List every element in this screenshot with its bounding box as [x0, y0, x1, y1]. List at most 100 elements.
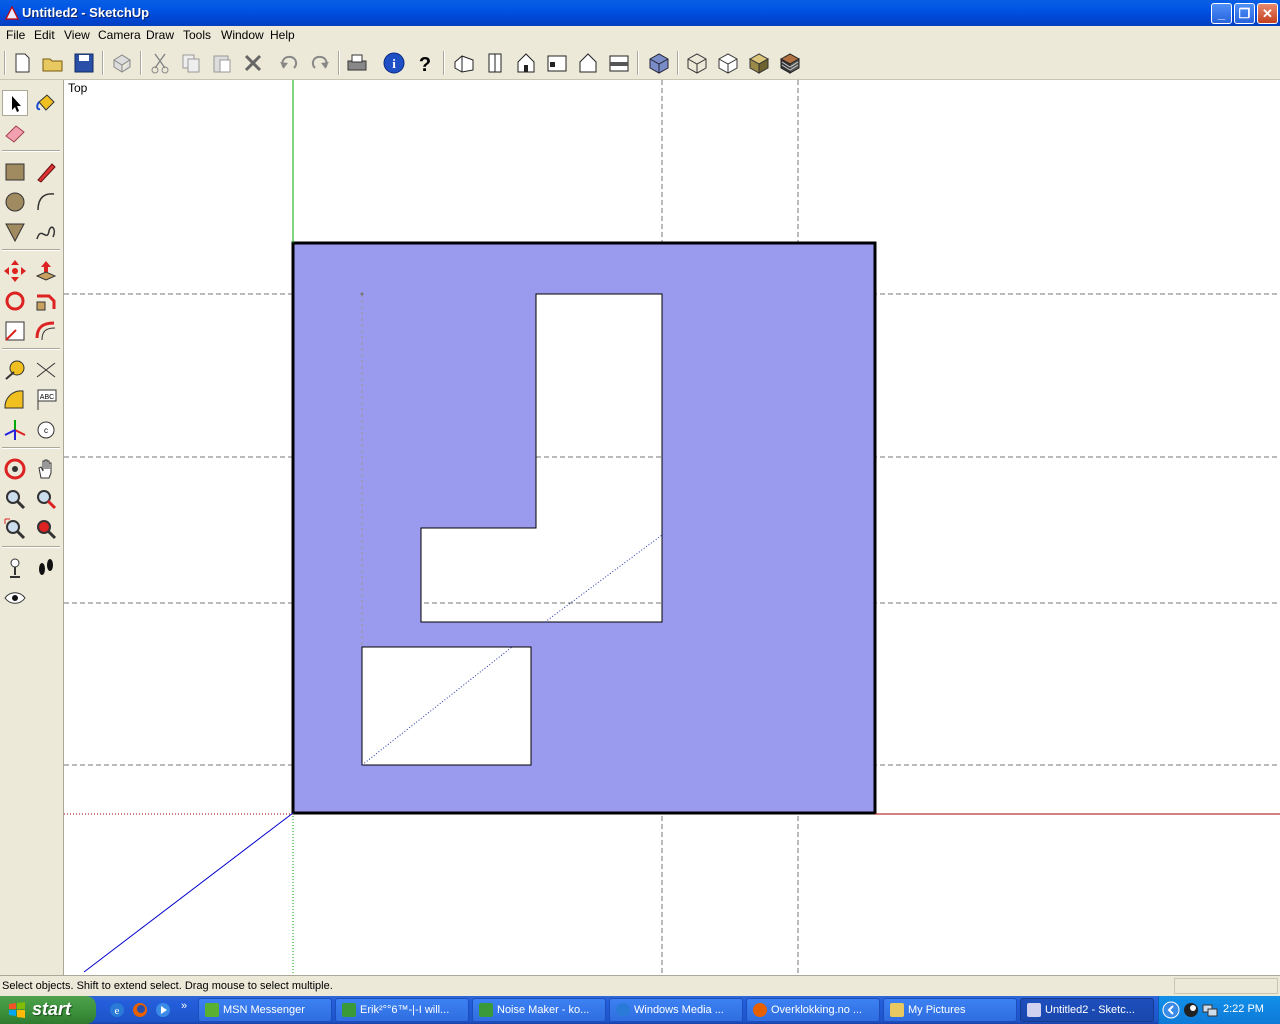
paint-bucket-tool[interactable]	[33, 90, 59, 116]
arc-tool[interactable]	[33, 189, 59, 215]
save-button[interactable]	[71, 50, 97, 76]
ie-icon[interactable]: e	[108, 1001, 126, 1019]
orbit-tool[interactable]	[2, 456, 28, 482]
iso-view-button[interactable]	[451, 50, 477, 76]
model-info-button[interactable]: i	[381, 50, 407, 76]
make-component-button[interactable]	[109, 50, 135, 76]
rotate-tool[interactable]	[2, 288, 28, 314]
freehand-tool[interactable]	[33, 219, 59, 245]
clock[interactable]: 2:22 PM	[1223, 1003, 1264, 1015]
protractor-tool[interactable]	[2, 387, 28, 413]
start-button[interactable]: start	[0, 996, 96, 1024]
walk-tool[interactable]	[33, 555, 59, 581]
tray-expand-chevron-icon[interactable]	[1162, 1001, 1180, 1019]
move-tool[interactable]	[2, 258, 28, 284]
offset-tool[interactable]	[33, 318, 59, 344]
axes-tool[interactable]	[2, 417, 28, 443]
question-mark-icon: ?	[419, 54, 431, 76]
windows-flag-icon	[9, 1002, 25, 1018]
hidden-line-style-button[interactable]	[715, 50, 741, 76]
right-view-button[interactable]	[544, 50, 570, 76]
3d-text-tool[interactable]: c	[33, 417, 59, 443]
drawing-viewport[interactable]: Top	[64, 80, 1280, 975]
new-file-button[interactable]	[9, 50, 35, 76]
follow-me-icon	[36, 294, 56, 311]
zoom-extents-tool[interactable]	[2, 516, 28, 542]
previous-view-tool[interactable]	[33, 516, 59, 542]
shaded-style-button[interactable]	[746, 50, 772, 76]
back-view-button[interactable]	[575, 50, 601, 76]
left-view-button[interactable]	[606, 50, 632, 76]
menu-file[interactable]: File	[6, 28, 25, 42]
cut-button[interactable]	[147, 50, 173, 76]
zoom-tool[interactable]	[2, 486, 28, 512]
position-camera-tool[interactable]	[2, 555, 28, 581]
scale-icon	[5, 321, 25, 341]
title-bar[interactable]: Untitled2 - SketchUp _ ❐ ✕	[0, 0, 1280, 26]
circle-tool[interactable]	[2, 189, 28, 215]
paste-button[interactable]	[209, 50, 235, 76]
front-view-button[interactable]	[513, 50, 539, 76]
menu-draw[interactable]: Draw	[146, 28, 174, 42]
zoom-window-icon	[37, 490, 57, 510]
rectangle-tool[interactable]	[2, 159, 28, 185]
arrow-cursor-icon	[12, 96, 21, 112]
menu-tools[interactable]: Tools	[183, 28, 211, 42]
scale-tool[interactable]	[2, 318, 28, 344]
look-around-tool[interactable]	[2, 585, 28, 611]
close-button[interactable]: ✕	[1257, 3, 1278, 24]
menu-edit[interactable]: Edit	[34, 28, 55, 42]
quicklaunch-more-chevron-icon[interactable]: »	[181, 1000, 187, 1012]
menu-help[interactable]: Help	[270, 28, 295, 42]
line-tool[interactable]	[33, 159, 59, 185]
push-pull-tool[interactable]	[33, 258, 59, 284]
section-plane-icon: c	[37, 421, 55, 439]
taskbar-button-label: Untitled2 - Sketc...	[1045, 1004, 1135, 1016]
zoom-window-tool[interactable]	[33, 486, 59, 512]
xray-style-button[interactable]	[646, 50, 672, 76]
select-tool[interactable]	[2, 90, 28, 116]
value-control-box[interactable]	[1174, 978, 1278, 994]
taskbar-button-chat-noise-maker[interactable]: Noise Maker - ko...	[472, 998, 606, 1022]
floor-plan-face[interactable]	[292, 242, 876, 814]
undo-button[interactable]	[276, 50, 302, 76]
taskbar-button-sketchup[interactable]: Untitled2 - Sketc...	[1020, 998, 1154, 1022]
toolbar-grip[interactable]	[4, 51, 6, 75]
menu-view[interactable]: View	[64, 28, 90, 42]
menu-camera[interactable]: Camera	[98, 28, 141, 42]
restore-button[interactable]: ❐	[1234, 3, 1255, 24]
minimize-button[interactable]: _	[1211, 3, 1232, 24]
firefox-quicklaunch-icon[interactable]	[131, 1001, 149, 1019]
model-canvas[interactable]	[64, 80, 1280, 975]
taskbar-button-firefox[interactable]: Overklokking.no ...	[746, 998, 880, 1022]
steam-tray-icon[interactable]	[1182, 1001, 1200, 1019]
wireframe-style-button[interactable]	[684, 50, 710, 76]
msn-icon	[205, 1003, 219, 1017]
text-tool[interactable]: ABC	[33, 387, 59, 413]
svg-text:i: i	[392, 56, 396, 71]
follow-me-tool[interactable]	[33, 288, 59, 314]
redo-button[interactable]	[307, 50, 333, 76]
top-view-icon	[488, 53, 502, 73]
print-button[interactable]	[344, 50, 370, 76]
taskbar-button-my-pictures[interactable]: My Pictures	[883, 998, 1017, 1022]
help-button[interactable]: ?	[412, 50, 438, 76]
top-view-button[interactable]	[482, 50, 508, 76]
textured-style-button[interactable]	[777, 50, 803, 76]
menu-window[interactable]: Window	[221, 28, 264, 42]
pan-tool[interactable]	[33, 456, 59, 482]
taskbar-button-media-player[interactable]: Windows Media ...	[609, 998, 743, 1022]
polygon-tool[interactable]	[2, 219, 28, 245]
delete-x-icon	[244, 54, 262, 72]
dimension-tool[interactable]	[33, 357, 59, 383]
tape-measure-tool[interactable]	[2, 357, 28, 383]
network-tray-icon[interactable]	[1201, 1001, 1219, 1019]
media-player-quicklaunch-icon[interactable]	[154, 1001, 172, 1019]
open-file-button[interactable]	[40, 50, 66, 76]
undo-icon	[280, 55, 298, 69]
copy-button[interactable]	[178, 50, 204, 76]
erase-button[interactable]	[240, 50, 266, 76]
taskbar-button-msn[interactable]: MSN Messenger	[198, 998, 332, 1022]
eraser-tool[interactable]	[2, 120, 28, 146]
taskbar-button-chat-erik[interactable]: Erik²°°6™-|-I will...	[335, 998, 469, 1022]
